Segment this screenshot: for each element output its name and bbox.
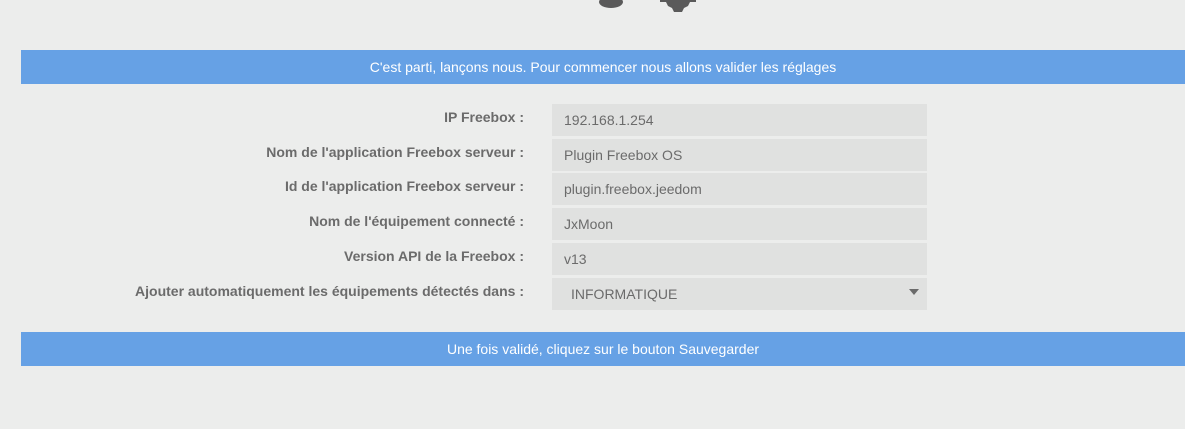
device-name-input[interactable] <box>552 208 927 240</box>
app-id-input[interactable] <box>552 173 927 205</box>
form-row-api-version: Version API de la Freebox : <box>0 243 1185 275</box>
intro-banner-text: C'est parti, lançons nous. Pour commence… <box>369 59 837 75</box>
auto-add-select[interactable]: INFORMATIQUE <box>552 278 927 310</box>
ip-freebox-input[interactable] <box>552 104 927 136</box>
intro-banner: C'est parti, lançons nous. Pour commence… <box>21 50 1185 84</box>
api-version-input[interactable] <box>552 243 927 275</box>
save-hint-text: Une fois validé, cliquez sur le bouton S… <box>446 341 760 357</box>
database-icon <box>599 0 623 8</box>
header-icons <box>0 0 1185 12</box>
form-row-app-id: Id de l'application Freebox serveur : <box>0 173 1185 205</box>
form-row-auto-add: Ajouter automatiquement les équipements … <box>0 278 1185 310</box>
auto-add-selected-value: INFORMATIQUE <box>571 286 678 302</box>
api-version-label: Version API de la Freebox : <box>344 248 524 264</box>
app-id-label: Id de l'application Freebox serveur : <box>284 178 524 194</box>
app-name-input[interactable] <box>552 139 927 171</box>
form-row-device-name: Nom de l'équipement connecté : <box>0 208 1185 240</box>
app-name-label: Nom de l'application Freebox serveur : <box>266 144 524 160</box>
form-row-app-name: Nom de l'application Freebox serveur : <box>0 139 1185 171</box>
gear-icon <box>660 0 696 12</box>
device-name-label: Nom de l'équipement connecté : <box>309 213 524 229</box>
ip-freebox-label: IP Freebox : <box>444 109 524 125</box>
save-hint-banner: Une fois validé, cliquez sur le bouton S… <box>21 332 1185 366</box>
chevron-down-icon <box>909 289 919 295</box>
auto-add-label: Ajouter automatiquement les équipements … <box>135 283 524 299</box>
form-row-ip: IP Freebox : <box>0 104 1185 136</box>
